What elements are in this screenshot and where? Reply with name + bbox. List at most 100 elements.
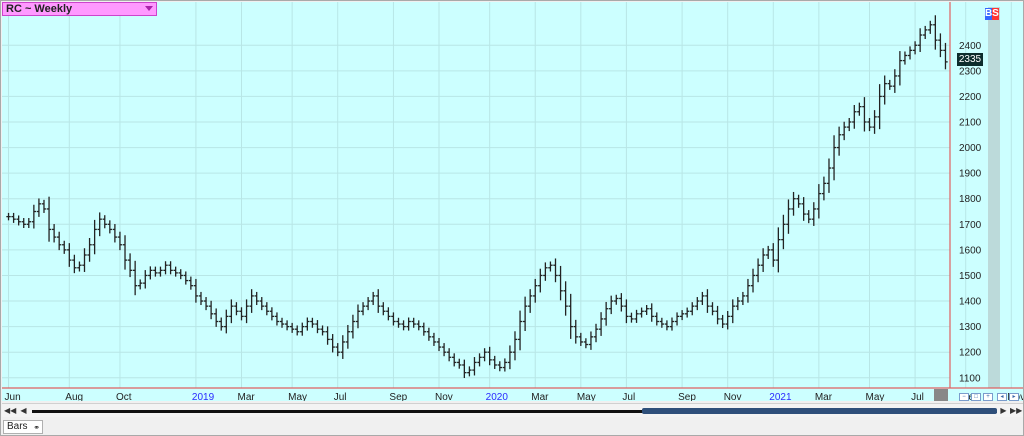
ohlc-bar — [644, 304, 649, 315]
plot-area[interactable]: 1100 1200 1300 1400 1500 1600 1700 1800 1900 2000… — [2, 2, 1023, 401]
ohlc-bar — [11, 212, 16, 223]
ohlc-bar — [614, 294, 619, 305]
ohlc-bar — [735, 297, 741, 311]
y-tick-label: 1200 — [959, 348, 982, 359]
ohlc-bar — [198, 291, 204, 306]
scroll-left-icon[interactable]: ◀ — [18, 405, 29, 416]
ohlc-bar — [462, 359, 467, 379]
chart-window: 1100 1200 1300 1400 1500 1600 1700 1800 1900 2000… — [0, 0, 1024, 436]
ohlc-bar — [548, 261, 553, 272]
ohlc-bar — [208, 300, 214, 320]
ohlc-bar — [897, 51, 903, 86]
scroll-thumb[interactable] — [642, 408, 997, 414]
ohlc-bar — [684, 307, 690, 318]
ohlc-bar — [821, 176, 827, 201]
zoom-out-icon[interactable]: − — [959, 393, 969, 401]
ohlc-bar — [826, 158, 832, 193]
ohlc-bar — [811, 202, 816, 226]
ohlc-bar — [624, 299, 629, 324]
ohlc-bar — [892, 69, 898, 93]
ohlc-bar — [786, 199, 791, 234]
ohlc-bar — [239, 307, 244, 321]
ohlc-bar — [538, 268, 543, 293]
ohlc-bar — [760, 248, 766, 272]
symbol-selector[interactable]: RC ~ Weekly — [2, 2, 157, 16]
ohlc-bar — [588, 331, 594, 350]
ohlc-bar — [188, 276, 194, 290]
ohlc-bar — [360, 302, 366, 316]
ohlc-bar — [816, 184, 822, 219]
scroll-start-icon[interactable]: ◀◀ — [4, 405, 16, 416]
ohlc-bar — [183, 271, 188, 285]
ohlc-bar — [102, 215, 107, 229]
ohlc-bar — [355, 304, 361, 329]
x-tick-label: 2020 — [486, 392, 509, 401]
x-axis: Jun Aug Oct 2019 Mar May Jul Sep Nov 2020 Mar May Ju… — [2, 387, 1023, 401]
bars-tab[interactable]: Bars ⚭ — [3, 420, 43, 434]
ohlc-bar — [791, 191, 796, 216]
x-tick-label: Aug — [65, 392, 83, 401]
pan-right-icon[interactable]: ▸ — [1009, 393, 1019, 401]
y-tick-label: 2300 — [959, 66, 982, 77]
scroll-right-icon[interactable]: ▶ — [998, 405, 1009, 416]
ohlc-bar — [143, 270, 148, 289]
ohlc-bar — [127, 253, 133, 278]
ohlc-bar — [36, 198, 42, 217]
scale-panel — [988, 7, 1000, 388]
ohlc-bar — [553, 258, 558, 283]
sell-indicator[interactable]: S — [992, 8, 999, 20]
ohlc-bar — [502, 358, 508, 372]
ohlc-bar — [867, 117, 872, 132]
ohlc-bar — [730, 299, 735, 324]
ohlc-bar — [421, 322, 427, 336]
ohlc-bar — [426, 327, 432, 341]
pan-left-icon[interactable]: ◂ — [997, 393, 1007, 401]
ohlc-bar — [107, 220, 113, 234]
ohlc-bar — [766, 245, 771, 259]
x-tick-label: Nov — [724, 392, 742, 401]
x-tick-label: Sep — [678, 392, 696, 401]
ohlc-bar — [609, 295, 614, 315]
price-chart[interactable]: 1100 1200 1300 1400 1500 1600 1700 1800 1900 2000… — [2, 2, 1023, 401]
ohlc-bar — [543, 262, 548, 281]
ohlc-bar — [381, 302, 386, 316]
ohlc-bar — [401, 320, 406, 331]
ohlc-bar — [598, 312, 604, 336]
x-tick-label: Mar — [531, 392, 549, 401]
ohlc-bar — [138, 279, 143, 290]
ohlc-bar — [284, 320, 290, 331]
buy-sell-badge[interactable]: B S — [985, 8, 999, 20]
ohlc-bar — [168, 261, 173, 275]
ohlc-bar — [345, 324, 351, 349]
y-tick-label: 1300 — [959, 322, 982, 333]
ohlc-bar — [917, 28, 923, 53]
ohlc-bar — [224, 309, 229, 334]
ohlc-bar — [31, 204, 37, 229]
ohlc-bar — [72, 254, 77, 274]
ohlc-bar — [21, 218, 26, 229]
buy-indicator[interactable]: B — [985, 8, 992, 20]
ohlc-bar — [583, 338, 589, 349]
grid-lines — [2, 2, 1012, 388]
x-tick-label: 2019 — [192, 392, 215, 401]
ohlc-bar — [41, 199, 47, 213]
ohlc-bar — [710, 302, 715, 316]
symbol-label: RC ~ Weekly — [6, 3, 73, 15]
ohlc-bar — [522, 296, 528, 332]
ohlc-bar — [330, 334, 335, 353]
ohlc-bar — [289, 322, 295, 333]
scroll-end-icon[interactable]: ▶▶ — [1010, 405, 1022, 416]
ohlc-bar — [467, 366, 472, 377]
time-scrollbar[interactable]: ◀◀ ◀ ▶ ▶▶ — [2, 403, 1023, 417]
zoom-fit-icon[interactable]: □ — [971, 393, 981, 401]
zoom-in-icon[interactable]: + — [983, 393, 993, 401]
ohlc-bar — [619, 293, 624, 312]
ohlc-bar — [269, 307, 275, 321]
last-price-tag: 2335 — [957, 53, 983, 66]
ohlc-bar — [340, 335, 345, 359]
ohlc-bar — [477, 353, 482, 367]
ohlc-bar — [512, 331, 518, 361]
chevron-down-icon[interactable] — [145, 6, 153, 11]
x-tick-label: Jul — [622, 392, 635, 401]
ohlc-bar — [497, 361, 502, 372]
